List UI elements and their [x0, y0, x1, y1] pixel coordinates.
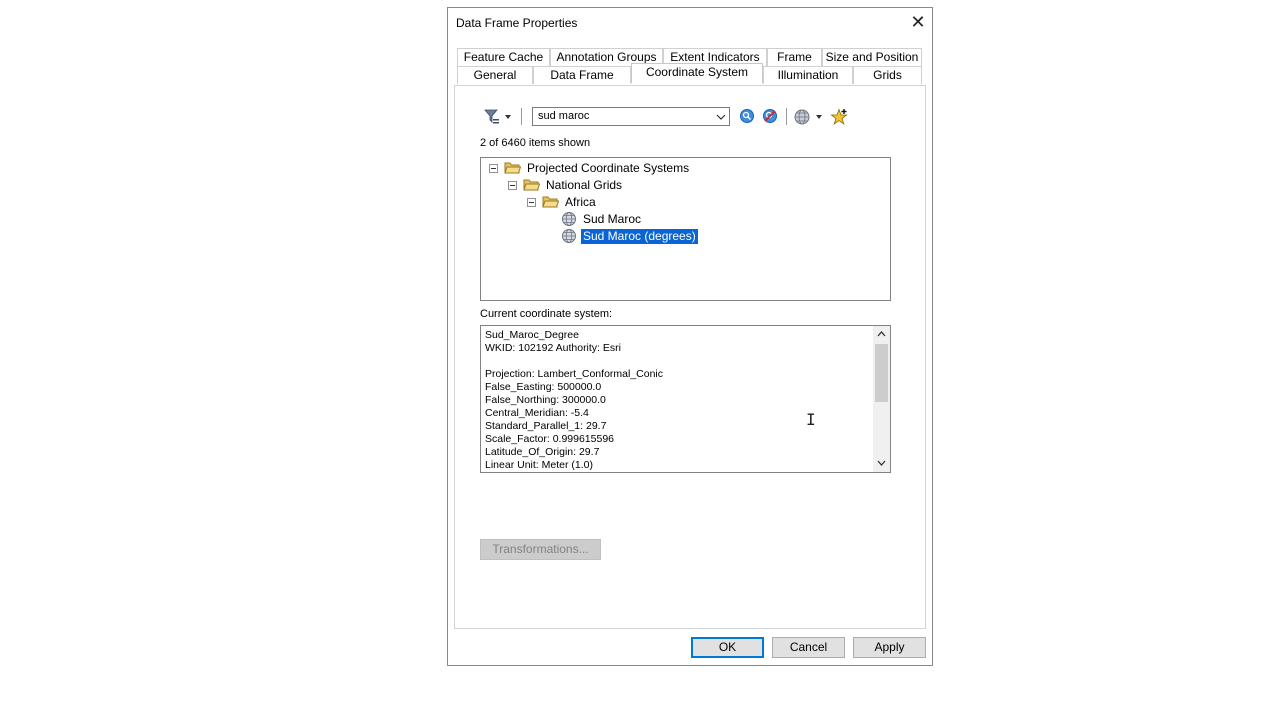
tab-grids[interactable]: Grids — [853, 66, 922, 84]
coordinate-system-panel: sud maroc 2 of 6460 items shown Projecte… — [454, 85, 926, 629]
scroll-down-icon[interactable] — [877, 459, 886, 467]
tree-node-label: Africa — [565, 194, 596, 209]
tree-node-projected[interactable]: Projected Coordinate Systems — [489, 160, 691, 176]
coordinate-system-tree[interactable]: Projected Coordinate Systems National Gr… — [480, 157, 891, 301]
tree-node-label: Projected Coordinate Systems — [527, 160, 690, 175]
text-cursor-icon: I — [806, 410, 816, 429]
close-button[interactable]: ✕ — [907, 11, 929, 33]
tree-node-sud-maroc[interactable]: Sud Maroc — [561, 211, 643, 227]
tab-coordinate-system[interactable]: Coordinate System — [631, 63, 763, 83]
tree-node-national-grids[interactable]: National Grids — [508, 177, 624, 193]
chevron-down-icon[interactable] — [716, 111, 726, 125]
folder-open-icon — [542, 196, 559, 208]
toolbar-separator — [521, 108, 522, 125]
clear-search-icon — [763, 109, 777, 123]
folder-open-icon — [523, 179, 540, 191]
data-frame-properties-dialog: Data Frame Properties ✕ Feature Cache An… — [447, 7, 933, 666]
tree-node-label: Sud Maroc — [583, 211, 642, 226]
current-cs-label: Current coordinate system: — [480, 308, 613, 320]
tree-node-sud-maroc-degrees[interactable]: Sud Maroc (degrees) — [561, 227, 699, 245]
globe-icon — [562, 212, 576, 226]
current-cs-text: Sud_Maroc_Degree WKID: 102192 Authority:… — [485, 329, 664, 471]
search-button[interactable] — [739, 108, 755, 124]
tab-illumination[interactable]: Illumination — [763, 66, 853, 84]
tree-node-label-selected: Sud Maroc (degrees) — [580, 227, 699, 245]
collapse-icon[interactable] — [508, 180, 517, 190]
add-favorite-button[interactable] — [830, 108, 848, 126]
scroll-up-icon[interactable] — [877, 330, 886, 338]
collapse-icon[interactable] — [489, 163, 498, 173]
globe-dropdown-button[interactable] — [793, 108, 827, 126]
tab-feature-cache[interactable]: Feature Cache — [457, 48, 550, 66]
items-shown-count: 2 of 6460 items shown — [480, 137, 591, 149]
clear-search-button[interactable] — [762, 108, 778, 124]
globe-icon — [794, 109, 822, 125]
current-cs-details[interactable]: Sud_Maroc_Degree WKID: 102192 Authority:… — [480, 325, 891, 473]
tab-row-bottom: General Data Frame Coordinate System Ill… — [457, 63, 922, 84]
vertical-scrollbar[interactable] — [873, 326, 890, 472]
apply-button[interactable]: Apply — [853, 637, 926, 658]
cancel-button[interactable]: Cancel — [772, 637, 845, 658]
tree-node-label: National Grids — [546, 177, 623, 192]
add-favorite-icon — [830, 108, 848, 126]
filter-icon — [484, 109, 511, 124]
folder-open-icon — [504, 162, 521, 174]
collapse-icon[interactable] — [527, 197, 536, 207]
search-value: sud maroc — [538, 110, 590, 122]
filter-dropdown-button[interactable] — [483, 108, 517, 126]
globe-icon — [562, 229, 576, 243]
tab-data-frame[interactable]: Data Frame — [533, 66, 631, 84]
tab-general[interactable]: General — [457, 66, 533, 84]
search-icon — [740, 109, 754, 123]
dialog-title: Data Frame Properties — [456, 16, 578, 30]
tab-frame[interactable]: Frame — [767, 48, 822, 66]
search-input[interactable]: sud maroc — [532, 107, 730, 126]
scrollbar-thumb[interactable] — [875, 344, 888, 402]
ok-button[interactable]: OK — [691, 637, 764, 658]
transformations-button[interactable]: Transformations... — [480, 539, 601, 560]
toolbar-separator — [786, 108, 787, 125]
tree-node-africa[interactable]: Africa — [527, 194, 598, 210]
tab-size-and-position[interactable]: Size and Position — [822, 48, 922, 66]
